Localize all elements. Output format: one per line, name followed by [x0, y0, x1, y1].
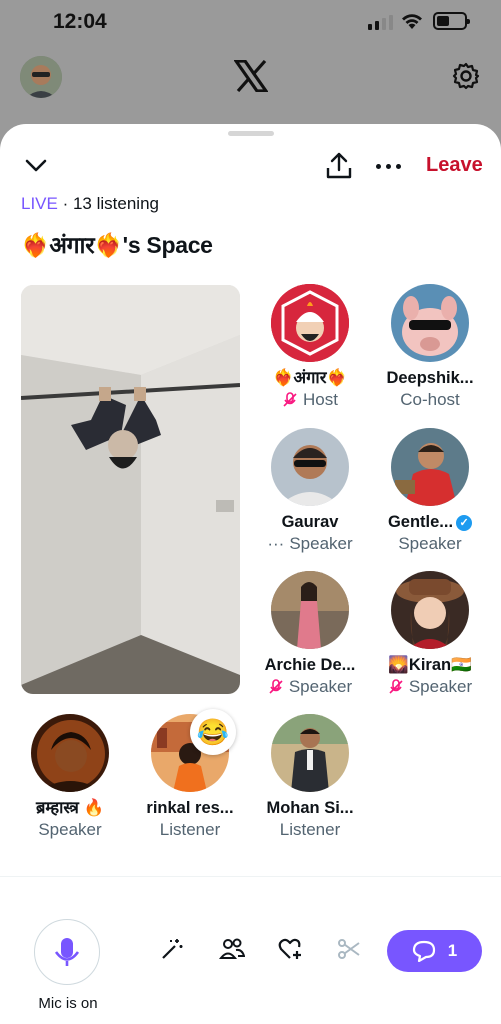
mic-off-icon: [269, 679, 283, 694]
role-label: Host: [303, 390, 338, 409]
mic-off-icon: [389, 679, 403, 694]
participant-name: ब्रम्हास्त्र 🔥: [35, 799, 105, 817]
reaction-laughing-icon: 😂: [190, 709, 236, 755]
scissors-icon[interactable]: [337, 937, 361, 961]
verified-badge-icon: ✓: [456, 514, 473, 531]
participant-name: rinkal res...: [146, 799, 234, 817]
participant-name: Gentle... ✓: [370, 512, 490, 533]
chat-count: 1: [447, 941, 458, 960]
mic-off-icon: [283, 392, 297, 407]
speaking-dots-icon: ···: [267, 534, 285, 553]
space-title: ❤️‍🔥अंगार❤️‍🔥's Space: [21, 232, 213, 258]
participant-speaker[interactable]: Archie De... Speaker: [250, 571, 370, 698]
role-label: Speaker: [38, 820, 102, 839]
participant-role: ··· Speaker: [250, 533, 370, 555]
avatar: [271, 284, 349, 362]
space-sheet: Leave LIVE · 13 listening ❤️‍🔥अंगार❤️‍🔥'…: [0, 124, 501, 1024]
participant-speaker[interactable]: Gentle... ✓ Speaker: [370, 428, 490, 555]
avatar: [271, 428, 349, 506]
x-logo-icon: [234, 60, 268, 92]
participant-host[interactable]: ❤️‍🔥अंगार❤️‍🔥 Host: [250, 284, 370, 411]
participant-listener[interactable]: Mohan Si... Listener: [250, 714, 370, 841]
divider: [0, 876, 501, 877]
role-label: Listener: [279, 820, 341, 839]
people-icon[interactable]: [219, 937, 245, 961]
participant-name: Gaurav: [281, 513, 339, 531]
battery-icon: [433, 12, 470, 30]
avatar: [391, 571, 469, 649]
chevron-down-icon[interactable]: [24, 154, 48, 178]
live-label: LIVE: [21, 194, 58, 213]
avatar: [31, 714, 109, 792]
avatar: [271, 714, 349, 792]
status-bar: 12:04: [0, 0, 501, 48]
microphone-icon: [54, 937, 79, 966]
role-label: Co-host: [400, 390, 460, 409]
wifi-icon: [402, 14, 422, 29]
heart-add-icon[interactable]: [278, 937, 304, 961]
role-label: Speaker: [288, 677, 353, 696]
participant-name: Archie De...: [264, 656, 356, 674]
role-label: Speaker: [289, 534, 353, 553]
profile-avatar[interactable]: [20, 56, 62, 98]
settings-gear-icon[interactable]: [452, 62, 480, 90]
participant-role: Speaker: [370, 676, 490, 698]
host-video-tile[interactable]: [21, 285, 240, 694]
listening-count: · 13 listening: [62, 194, 159, 213]
cellular-signal-icon: [368, 14, 393, 30]
participant-role: Speaker: [250, 676, 370, 698]
participant-role: Speaker: [370, 533, 490, 555]
avatar: [391, 284, 469, 362]
participant-name: 🌄Kiran🇮🇳: [388, 656, 472, 674]
participant-cohost[interactable]: Deepshik... Co-host: [370, 284, 490, 411]
role-label: Speaker: [408, 677, 473, 696]
avatar: [271, 571, 349, 649]
name-text: Gentle...: [387, 513, 454, 531]
app-header: [0, 56, 501, 100]
avatar: [391, 428, 469, 506]
comment-icon: [412, 940, 435, 962]
participant-speaker[interactable]: ब्रम्हास्त्र 🔥 Speaker: [10, 714, 130, 841]
participant-role: Listener: [250, 819, 370, 841]
participant-name: Mohan Si...: [266, 799, 354, 817]
role-label: Speaker: [398, 534, 462, 553]
participant-name: Deepshik...: [386, 369, 474, 387]
mic-status-label: Mic is on: [38, 995, 98, 1012]
role-label: Listener: [159, 820, 221, 839]
participant-speaker[interactable]: 🌄Kiran🇮🇳 Speaker: [370, 571, 490, 698]
clock: 12:04: [53, 10, 107, 33]
participant-speaker[interactable]: Gaurav ··· Speaker: [250, 428, 370, 555]
leave-button[interactable]: Leave: [426, 154, 483, 177]
magic-wand-icon[interactable]: [160, 937, 184, 961]
participant-name: ❤️‍🔥अंगार❤️‍🔥: [272, 369, 347, 387]
live-status: LIVE · 13 listening: [21, 194, 159, 214]
sheet-drag-handle[interactable]: [228, 131, 274, 136]
participant-role: Speaker: [10, 819, 130, 841]
participant-role: Listener: [130, 819, 250, 841]
more-options-icon[interactable]: [376, 164, 401, 169]
share-icon[interactable]: [326, 152, 352, 180]
participant-role: Co-host: [370, 389, 490, 411]
mic-toggle-button[interactable]: [34, 919, 100, 985]
chat-button[interactable]: 1: [387, 930, 482, 972]
participant-role: Host: [250, 389, 370, 411]
